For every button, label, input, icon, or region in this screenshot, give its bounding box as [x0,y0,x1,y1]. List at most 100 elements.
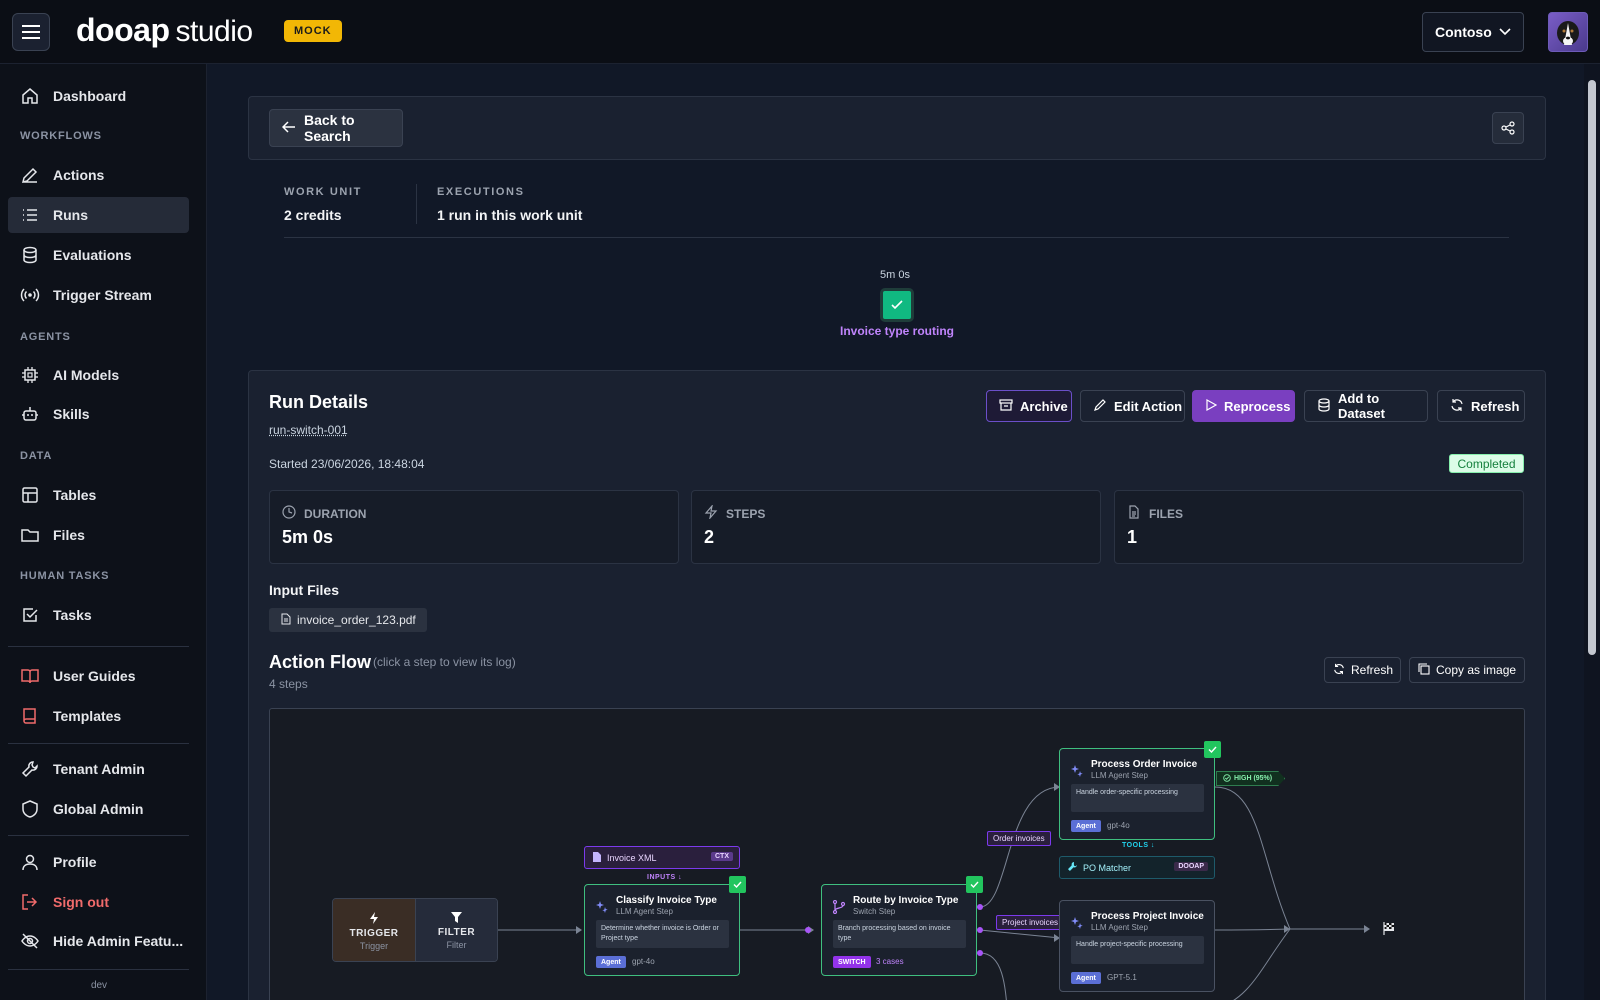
filter-node[interactable]: FILTER Filter [415,899,497,962]
sidebar-item-label: Evaluations [53,247,132,263]
sidebar-item-label: Global Admin [53,801,143,817]
sidebar-item-tables[interactable]: Tables [8,477,189,513]
context-input-name: Invoice XML [607,853,657,863]
work-unit-value: 2 credits [284,207,342,223]
timeline-duration: 5m 0s [860,269,930,281]
process-project-step[interactable]: Process Project Invoice LLM Agent Step H… [1059,900,1215,992]
refresh-icon [1333,663,1345,675]
add-to-dataset-button[interactable]: Add to Dataset [1304,390,1428,422]
sidebar-item-label: Skills [53,406,90,422]
add-to-dataset-label: Add to Dataset [1338,391,1427,421]
check-icon [733,881,742,888]
input-file-chip[interactable]: invoice_order_123.pdf [269,608,427,632]
sidebar-item-ai-models[interactable]: AI Models [8,357,189,393]
filter-name: FILTER [438,927,475,938]
input-file-name: invoice_order_123.pdf [297,613,416,627]
pencil-icon [1093,398,1107,412]
sidebar-item-sign-out[interactable]: Sign out [8,884,189,920]
steps-value: 2 [704,527,714,548]
files-label: FILES [1149,507,1183,521]
file-icon [593,852,601,862]
duration-value: 5m 0s [282,527,333,548]
sidebar-item-label: Tenant Admin [53,761,145,777]
reprocess-button[interactable]: Reprocess [1192,390,1295,422]
sidebar-item-runs[interactable]: Runs [8,197,189,233]
step-type: LLM Agent Step [1091,923,1148,932]
step-type: Switch Step [853,907,895,916]
sidebar-item-evaluations[interactable]: Evaluations [8,237,189,273]
route-invoice-step[interactable]: Route by Invoice Type Switch Step Branch… [821,884,977,976]
check-circle-icon [1223,774,1231,782]
sidebar-item-profile[interactable]: Profile [8,844,189,880]
section-label-agents: AGENTS [20,331,71,343]
trigger-node[interactable]: TRIGGER Trigger [333,899,415,962]
steps-card: STEPS 2 [691,490,1101,564]
sparkles-icon [595,900,609,914]
sidebar-item-files[interactable]: Files [8,517,189,553]
sidebar-item-global-admin[interactable]: Global Admin [8,791,189,827]
step-model: gpt-4o [1107,821,1130,830]
duration-label: DURATION [304,507,366,521]
duration-card: DURATION 5m 0s [269,490,679,564]
trigger-filter-node[interactable]: TRIGGER Trigger FILTER Filter [332,898,498,962]
clock-icon [282,505,296,519]
git-branch-icon [832,900,846,914]
context-input-node[interactable]: Invoice XML CTX [584,846,740,869]
tool-node-po-matcher[interactable]: PO Matcher DOOAP [1059,856,1215,879]
book-icon [20,706,40,726]
menu-button[interactable] [12,13,50,51]
sidebar-item-label: Actions [53,167,104,183]
share-button[interactable] [1492,112,1524,144]
pencil-icon [20,165,40,185]
sidebar-item-skills[interactable]: Skills [8,396,189,432]
avatar[interactable] [1548,12,1588,52]
sidebar-item-label: Dashboard [53,88,126,104]
timeline-run-name[interactable]: Invoice type routing [800,324,994,338]
sidebar-item-hide-admin[interactable]: Hide Admin Featu... [8,923,189,959]
sidebar-item-actions[interactable]: Actions [8,157,189,193]
tool-name: PO Matcher [1083,863,1131,873]
archive-icon [999,398,1013,412]
refresh-button[interactable]: Refresh [1437,390,1525,422]
back-to-search-button[interactable]: Back to Search [269,109,403,147]
sidebar-item-tenant-admin[interactable]: Tenant Admin [8,751,189,787]
edit-action-button[interactable]: Edit Action [1080,390,1185,422]
section-label-data: DATA [20,450,52,462]
scrollbar-thumb[interactable] [1588,80,1596,655]
sidebar-item-user-guides[interactable]: User Guides [8,658,189,694]
sidebar-item-templates[interactable]: Templates [8,698,189,734]
copy-as-image-button[interactable]: Copy as image [1409,657,1525,683]
step-tag: SWITCH [833,956,871,968]
step-tag: Agent [596,956,626,968]
tools-label: TOOLS ↓ [1122,842,1155,849]
section-label-human-tasks: HUMAN TASKS [20,570,109,582]
copy-icon [1418,663,1430,675]
sidebar-item-tasks[interactable]: Tasks [8,597,189,633]
reprocess-label: Reprocess [1224,399,1290,414]
divider [8,835,189,836]
steps-label: STEPS [726,507,765,521]
edge-label-project: Project invoices [996,915,1064,930]
archive-button[interactable]: Archive [986,390,1072,422]
classify-invoice-step[interactable]: Classify Invoice Type LLM Agent Step Det… [584,884,740,976]
step-success-badge [1204,741,1221,758]
app-logo[interactable]: dooap studio [76,12,253,49]
mock-badge: MOCK [284,20,342,42]
run-id[interactable]: run-switch-001 [269,423,348,437]
input-files-title: Input Files [269,582,339,598]
sidebar-item-dashboard[interactable]: Dashboard [8,78,189,114]
action-flow-title: Action Flow [269,652,371,673]
user-icon [20,852,40,872]
step-model: GPT-5.1 [1107,973,1137,982]
step-tag: Agent [1071,972,1101,984]
run-started-time: Started 23/06/2026, 18:48:04 [269,457,424,471]
step-description: Handle order-specific processing [1071,784,1204,812]
copy-as-image-label: Copy as image [1436,663,1516,677]
process-order-step[interactable]: Process Order Invoice LLM Agent Step Han… [1059,748,1215,840]
flow-refresh-button[interactable]: Refresh [1324,657,1401,683]
share-icon [1501,121,1515,135]
sidebar-item-trigger-stream[interactable]: Trigger Stream [8,277,189,313]
tenant-select[interactable]: Contoso [1422,12,1524,52]
action-flow-canvas[interactable]: TRIGGER Trigger FILTER Filter Invoice XM… [269,708,1525,1000]
timeline-run-node[interactable] [880,288,914,322]
